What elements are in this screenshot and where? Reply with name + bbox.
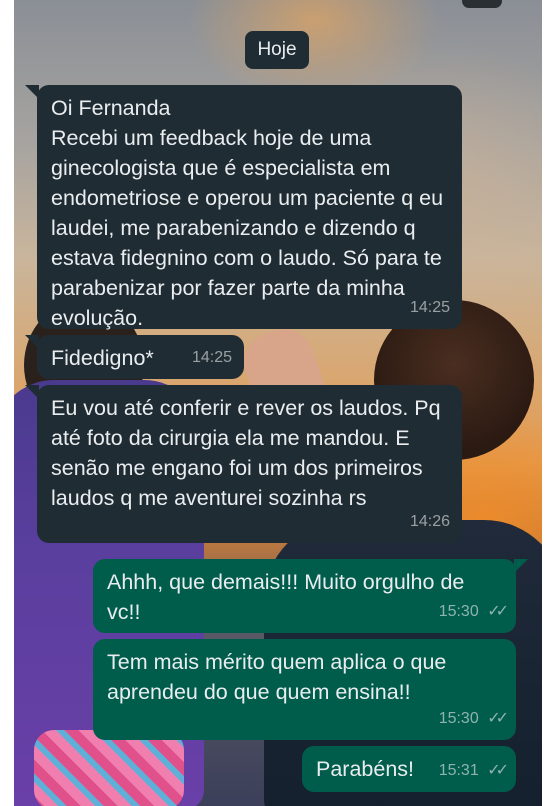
read-receipt-icon: ✓✓ xyxy=(487,762,509,779)
message-bubble-incoming[interactable]: Eu vou até conferir e rever os laudos. P… xyxy=(37,385,462,543)
message-time: 14:26 xyxy=(409,513,450,530)
message-text: Oi Fernanda Recebi um feedback hoje de u… xyxy=(51,96,444,330)
message-time: 15:30 xyxy=(438,710,479,727)
message-bubble-incoming[interactable]: Oi Fernanda Recebi um feedback hoje de u… xyxy=(37,85,462,330)
message-time: 15:31 xyxy=(438,762,479,779)
message-bubble-outgoing[interactable]: Parabéns! 15:31 ✓✓ xyxy=(302,746,516,792)
message-text: Eu vou até conferir e rever os laudos. P… xyxy=(51,396,441,510)
message-meta: 15:30 ✓✓ xyxy=(438,597,509,627)
message-meta: 15:31 ✓✓ xyxy=(438,756,509,786)
message-list[interactable]: Hoje Oi Fernanda Recebi um feedback hoje… xyxy=(0,0,554,806)
message-bubble-outgoing[interactable]: Tem mais mérito quem aplica o que aprend… xyxy=(93,639,516,740)
date-separator: Hoje xyxy=(245,31,309,69)
read-receipt-icon: ✓✓ xyxy=(487,710,509,727)
bubble-tail-out xyxy=(514,559,528,573)
message-bubble-incoming[interactable]: Fidedigno* 14:25 xyxy=(37,335,244,379)
message-meta: 15:30 ✓✓ xyxy=(438,704,509,734)
read-receipt-icon: ✓✓ xyxy=(487,603,509,620)
chat-screen: Hoje Oi Fernanda Recebi um feedback hoje… xyxy=(0,0,554,806)
message-time: 14:25 xyxy=(409,299,450,316)
message-time: 14:25 xyxy=(191,349,232,366)
message-text: Tem mais mérito quem aplica o que aprend… xyxy=(107,650,447,704)
message-time: 15:30 xyxy=(438,603,479,620)
message-bubble-outgoing[interactable]: Ahhh, que demais!!! Muito orgulho de vc!… xyxy=(93,559,516,633)
